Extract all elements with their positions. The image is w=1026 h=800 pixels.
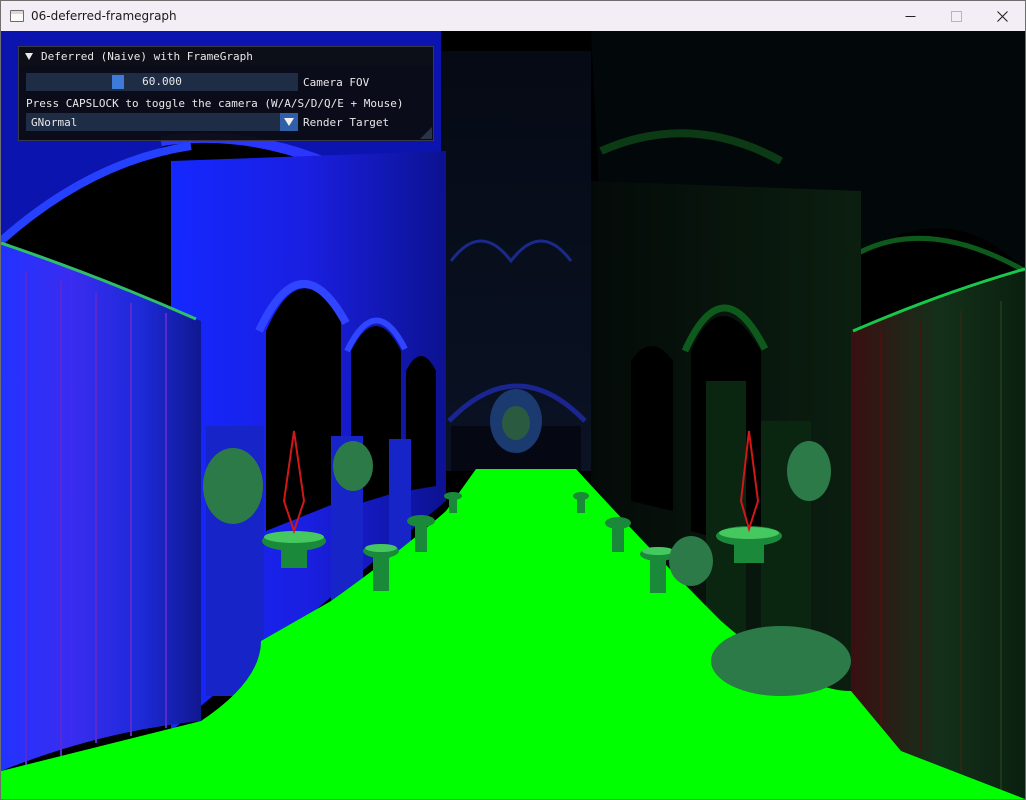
- help-text-row: Press CAPSLOCK to toggle the camera (W/A…: [26, 96, 404, 110]
- camera-fov-slider[interactable]: 60.000: [26, 73, 298, 91]
- close-icon: [996, 10, 1008, 22]
- app-icon: [10, 10, 24, 22]
- close-button[interactable]: [979, 1, 1025, 31]
- help-text: Press CAPSLOCK to toggle the camera (W/A…: [26, 96, 404, 110]
- render-target-value: GNormal: [31, 115, 78, 129]
- gnormal-scene-render: [1, 31, 1025, 799]
- panel-title-bar[interactable]: Deferred (Naive) with FrameGraph: [19, 47, 433, 66]
- minimize-button[interactable]: [887, 1, 933, 31]
- render-target-label: Render Target: [303, 115, 390, 129]
- collapse-arrow-icon[interactable]: [25, 53, 33, 60]
- combo-dropdown-button[interactable]: [280, 113, 298, 131]
- resize-grip[interactable]: [420, 127, 432, 139]
- render-target-combo[interactable]: GNormal: [26, 113, 298, 131]
- title-bar[interactable]: 06-deferred-framegraph: [1, 1, 1025, 31]
- panel-title: Deferred (Naive) with FrameGraph: [41, 50, 253, 63]
- app-window: 06-deferred-framegraph Deferred (Naive) …: [0, 0, 1026, 800]
- camera-fov-row: 60.000 Camera FOV: [26, 73, 369, 91]
- render-target-row: GNormal Render Target: [26, 113, 389, 131]
- camera-fov-label: Camera FOV: [303, 75, 370, 89]
- chevron-down-icon: [284, 118, 294, 126]
- minimize-icon: [905, 15, 915, 17]
- render-viewport[interactable]: Deferred (Naive) with FrameGraph 60.000 …: [1, 31, 1025, 799]
- imgui-panel[interactable]: Deferred (Naive) with FrameGraph 60.000 …: [18, 46, 434, 141]
- maximize-icon: [950, 10, 962, 22]
- maximize-button[interactable]: [933, 1, 979, 31]
- camera-fov-value: 60.000: [142, 75, 182, 88]
- window-title: 06-deferred-framegraph: [31, 9, 177, 23]
